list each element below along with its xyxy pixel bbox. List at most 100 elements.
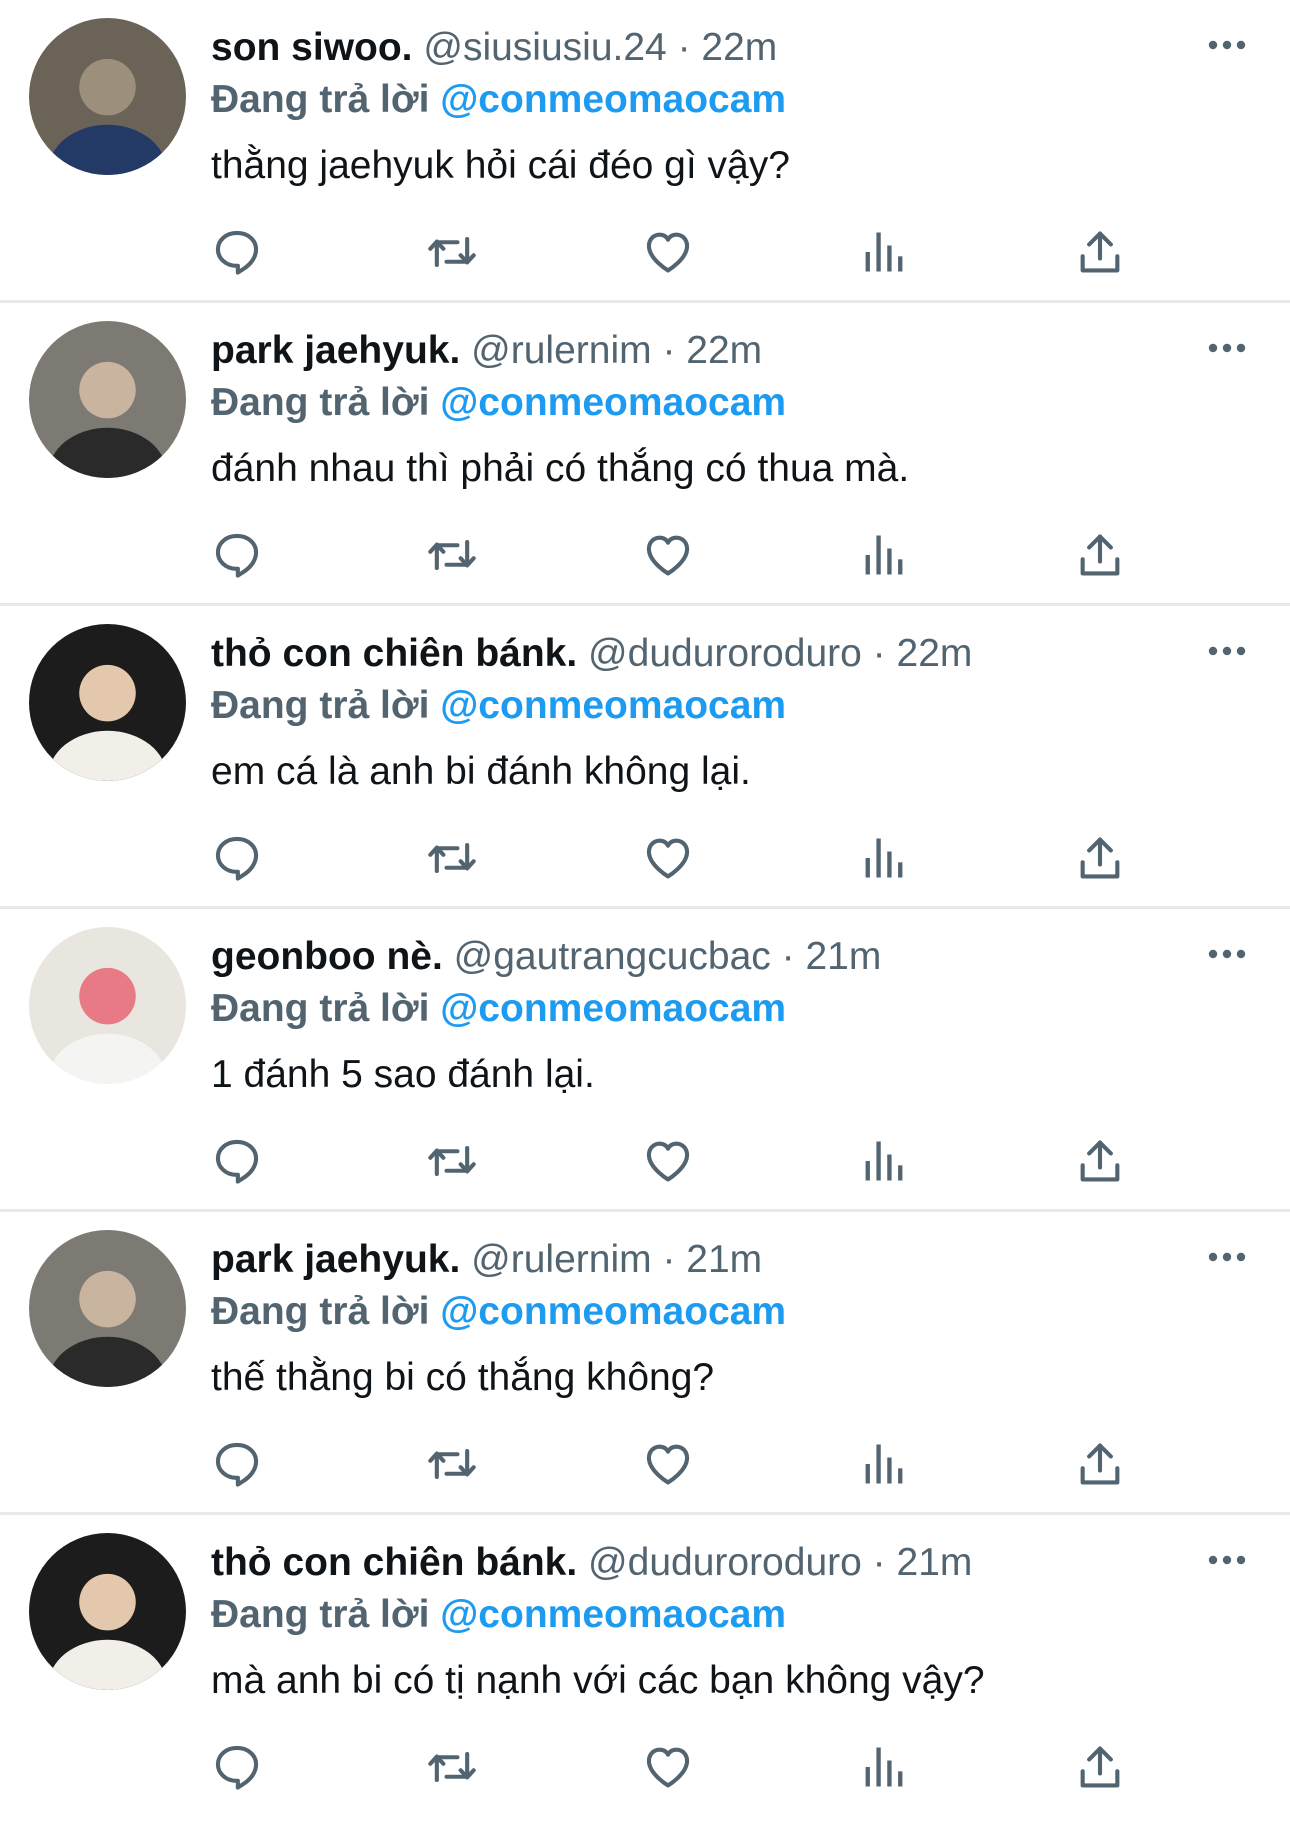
timestamp[interactable]: 21m — [805, 935, 881, 978]
views-chart-icon — [865, 1141, 903, 1181]
avatar-image — [29, 1533, 186, 1690]
more-icon[interactable] — [1195, 934, 1259, 974]
replying-to: Đang trả lời @conmeomaocam — [211, 680, 786, 732]
action-bar — [0, 525, 1290, 585]
reply-bubble-icon — [215, 1139, 259, 1184]
replying-to-mention[interactable]: @conmeomaocam — [440, 987, 786, 1030]
share-button[interactable] — [1068, 1434, 1132, 1494]
like-button[interactable] — [636, 1131, 700, 1191]
tweet[interactable]: son siwoo. @siusiusiu.24 · 22m Đang trả … — [0, 0, 1290, 303]
display-name[interactable]: thỏ con chiên bánk. — [211, 1541, 577, 1584]
like-button[interactable] — [636, 1434, 700, 1494]
replying-to-mention[interactable]: @conmeomaocam — [440, 78, 786, 121]
retweet-button[interactable] — [420, 1434, 484, 1494]
user-handle[interactable]: @siusiusiu.24 — [423, 26, 666, 69]
replying-to-mention[interactable]: @conmeomaocam — [440, 1593, 786, 1636]
display-name[interactable]: park jaehyuk. — [211, 1238, 460, 1281]
retweet-button[interactable] — [420, 222, 484, 282]
share-upload-icon — [1080, 837, 1120, 879]
replying-to-mention[interactable]: @conmeomaocam — [440, 1290, 786, 1333]
tweet[interactable]: park jaehyuk. @rulernim · 22m Đang trả l… — [0, 303, 1290, 606]
views-button[interactable] — [852, 222, 916, 282]
display-name[interactable]: park jaehyuk. — [211, 329, 460, 372]
views-button[interactable] — [852, 525, 916, 585]
user-handle[interactable]: @duduroroduro — [588, 632, 862, 675]
tweet-header: thỏ con chiên bánk. @duduroroduro · 22m — [211, 628, 972, 680]
display-name[interactable]: son siwoo. — [211, 26, 413, 69]
avatar[interactable] — [29, 1533, 186, 1690]
reply-button[interactable] — [205, 525, 269, 585]
replying-to-mention[interactable]: @conmeomaocam — [440, 684, 786, 727]
tweet[interactable]: thỏ con chiên bánk. @duduroroduro · 22m … — [0, 606, 1290, 909]
separator-dot: · — [872, 1541, 886, 1584]
retweet-icon — [428, 539, 476, 571]
like-button[interactable] — [636, 525, 700, 585]
more-icon[interactable] — [1195, 328, 1259, 368]
tweet[interactable]: geonboo nè. @gautrangcucbac · 21m Đang t… — [0, 909, 1290, 1212]
reply-button[interactable] — [205, 1737, 269, 1797]
tweet-header: son siwoo. @siusiusiu.24 · 22m — [211, 22, 777, 74]
reply-feed: son siwoo. @siusiusiu.24 · 22m Đang trả … — [0, 0, 1290, 1818]
timestamp[interactable]: 21m — [897, 1541, 973, 1584]
avatar[interactable] — [29, 1230, 186, 1387]
reply-button[interactable] — [205, 222, 269, 282]
retweet-button[interactable] — [420, 525, 484, 585]
views-button[interactable] — [852, 1434, 916, 1494]
timestamp[interactable]: 22m — [701, 26, 777, 69]
reply-button[interactable] — [205, 1434, 269, 1494]
user-handle[interactable]: @gautrangcucbac — [454, 935, 771, 978]
avatar[interactable] — [29, 321, 186, 478]
views-button[interactable] — [852, 1131, 916, 1191]
share-button[interactable] — [1068, 1737, 1132, 1797]
share-upload-icon — [1080, 1140, 1120, 1182]
retweet-button[interactable] — [420, 828, 484, 888]
more-icon[interactable] — [1195, 631, 1259, 671]
replying-to: Đang trả lời @conmeomaocam — [211, 1286, 786, 1338]
retweet-icon — [428, 842, 476, 874]
user-handle[interactable]: @rulernim — [471, 329, 651, 372]
replying-to-label: Đang trả lời — [211, 78, 430, 121]
avatar-image — [29, 321, 186, 478]
reply-button[interactable] — [205, 1131, 269, 1191]
share-button[interactable] — [1068, 828, 1132, 888]
replying-to: Đang trả lời @conmeomaocam — [211, 983, 786, 1035]
avatar[interactable] — [29, 927, 186, 1084]
share-button[interactable] — [1068, 222, 1132, 282]
tweet-header: park jaehyuk. @rulernim · 21m — [211, 1234, 762, 1286]
separator-dot: · — [662, 329, 676, 372]
like-button[interactable] — [636, 222, 700, 282]
retweet-button[interactable] — [420, 1131, 484, 1191]
more-icon[interactable] — [1195, 1540, 1259, 1580]
share-button[interactable] — [1068, 525, 1132, 585]
display-name[interactable]: geonboo nè. — [211, 935, 443, 978]
views-chart-icon — [865, 1747, 903, 1787]
user-handle[interactable]: @rulernim — [471, 1238, 651, 1281]
tweet-text: mà anh bi có tị nạnh với các bạn không v… — [211, 1659, 985, 1702]
share-button[interactable] — [1068, 1131, 1132, 1191]
user-handle[interactable]: @duduroroduro — [588, 1541, 862, 1584]
views-button[interactable] — [852, 828, 916, 888]
more-icon[interactable] — [1195, 25, 1259, 65]
replying-to-mention[interactable]: @conmeomaocam — [440, 381, 786, 424]
display-name[interactable]: thỏ con chiên bánk. — [211, 632, 577, 675]
heart-icon — [646, 535, 690, 576]
retweet-button[interactable] — [420, 1737, 484, 1797]
reply-button[interactable] — [205, 828, 269, 888]
tweet[interactable]: thỏ con chiên bánk. @duduroroduro · 21m … — [0, 1515, 1290, 1818]
tweet-header: geonboo nè. @gautrangcucbac · 21m — [211, 931, 881, 983]
like-button[interactable] — [636, 1737, 700, 1797]
avatar[interactable] — [29, 624, 186, 781]
timestamp[interactable]: 22m — [897, 632, 973, 675]
heart-icon — [646, 1444, 690, 1485]
share-upload-icon — [1080, 231, 1120, 273]
like-button[interactable] — [636, 828, 700, 888]
more-icon[interactable] — [1195, 1237, 1259, 1277]
views-button[interactable] — [852, 1737, 916, 1797]
tweet[interactable]: park jaehyuk. @rulernim · 21m Đang trả l… — [0, 1212, 1290, 1515]
tweet-header: park jaehyuk. @rulernim · 22m — [211, 325, 762, 377]
avatar[interactable] — [29, 18, 186, 175]
timestamp[interactable]: 21m — [686, 1238, 762, 1281]
replying-to-label: Đang trả lời — [211, 381, 430, 424]
tweet-text: em cá là anh bi đánh không lại. — [211, 750, 751, 793]
timestamp[interactable]: 22m — [686, 329, 762, 372]
